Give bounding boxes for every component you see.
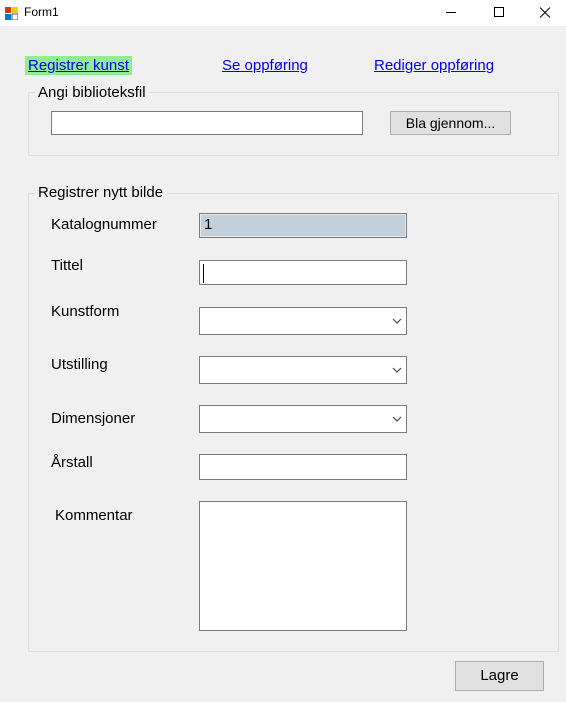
nav-view-link[interactable]: Se oppføring <box>222 57 308 74</box>
browse-button[interactable]: Bla gjennom... <box>390 111 511 135</box>
title-label: Tittel <box>51 257 83 274</box>
text-caret <box>203 264 204 283</box>
chevron-down-icon <box>392 318 402 324</box>
year-label: Årstall <box>51 454 93 471</box>
minimize-button[interactable] <box>428 0 474 26</box>
app-icon <box>5 5 19 21</box>
title-bar: Form1 <box>0 0 566 26</box>
title-input[interactable] <box>199 260 407 285</box>
chevron-down-icon <box>392 367 402 373</box>
dimensions-label: Dimensjoner <box>51 410 136 427</box>
chevron-down-icon <box>392 416 402 422</box>
catalog-number-label: Katalognummer <box>51 216 157 233</box>
save-button[interactable]: Lagre <box>455 661 544 691</box>
catalog-number-field: 1 <box>199 213 407 238</box>
comment-label: Kommentar <box>55 507 133 524</box>
dimensions-select[interactable] <box>199 405 407 433</box>
close-button[interactable] <box>522 0 566 26</box>
minimize-icon <box>446 12 456 13</box>
close-icon <box>539 7 551 18</box>
window-title: Form1 <box>24 5 59 19</box>
library-group-title: Angi biblioteksfil <box>35 84 149 101</box>
artform-label: Kunstform <box>51 303 120 320</box>
library-path-input[interactable] <box>51 111 363 135</box>
nav-register-link[interactable]: Registrer kunst <box>25 56 132 75</box>
exhibition-label: Utstilling <box>51 356 108 373</box>
register-group-title: Registrer nytt bilde <box>35 184 167 201</box>
nav-edit-link[interactable]: Rediger oppføring <box>374 57 494 74</box>
maximize-icon <box>494 7 504 17</box>
artform-select[interactable] <box>199 307 407 335</box>
comment-textarea[interactable] <box>199 501 407 631</box>
exhibition-select[interactable] <box>199 356 407 384</box>
maximize-button[interactable] <box>476 0 522 26</box>
catalog-number-value: 1 <box>204 216 213 233</box>
year-input[interactable] <box>199 454 407 480</box>
